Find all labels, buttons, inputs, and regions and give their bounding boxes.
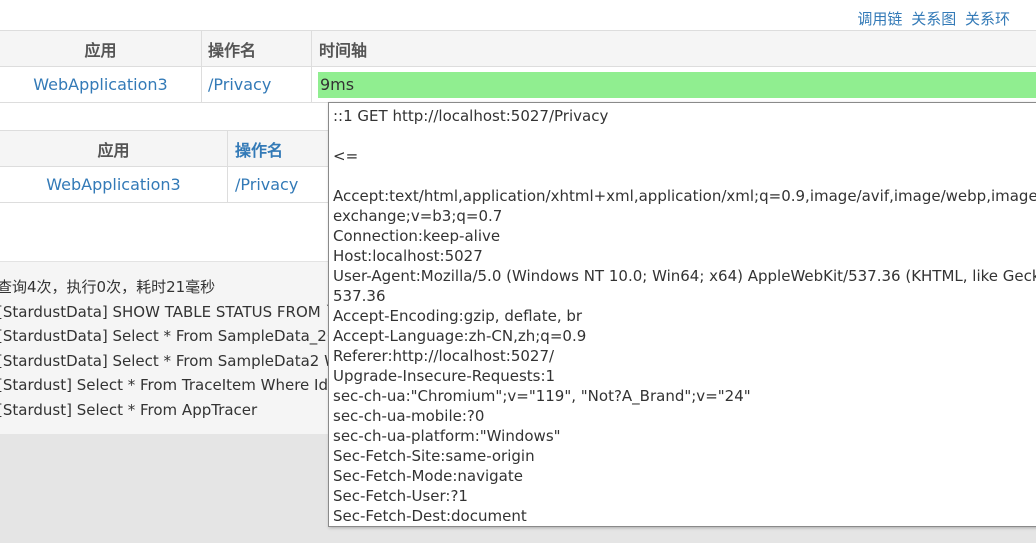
log-line: [Stardust] Select * From TraceItem Where…	[0, 376, 340, 394]
app-cell: WebApplication3	[0, 166, 228, 203]
tooltip-line: 537.36	[333, 287, 386, 305]
column-header-operation: 操作名	[201, 30, 312, 67]
log-line: [StardustData] Select * From SampleData_…	[0, 327, 337, 345]
column-header-app: 应用	[0, 30, 202, 67]
call-chain-link[interactable]: 调用链	[857, 10, 902, 28]
column-header-timeline: 时间轴	[311, 30, 1036, 67]
tooltip-line: Sec-Fetch-Dest:document	[333, 507, 527, 525]
tooltip-line	[329, 166, 1036, 186]
table-header-row: 应用 操作名 时间轴	[0, 30, 1036, 67]
app-cell: WebApplication3	[0, 66, 202, 103]
log-line: [StardustData] SHOW TABLE STATUS FROM `	[0, 302, 333, 321]
tooltip-line: Upgrade-Insecure-Requests:1	[333, 367, 556, 385]
app-link[interactable]: WebApplication3	[33, 75, 167, 94]
tooltip-line: Sec-Fetch-Mode:navigate	[333, 467, 523, 485]
log-summary: 查询4次，执行0次，耗时21毫秒	[0, 278, 216, 296]
app-link[interactable]: WebApplication3	[46, 175, 180, 194]
operation-link[interactable]: /Privacy	[208, 75, 271, 94]
tooltip-line: sec-ch-ua:"Chromium";v="119", "Not?A_Bra…	[333, 387, 751, 405]
tooltip-line: Accept:text/html,application/xhtml+xml,a…	[333, 187, 1036, 205]
operation-cell: /Privacy	[201, 66, 312, 103]
tooltip-line: exchange;v=b3;q=0.7	[333, 207, 503, 225]
tooltip-line: Referer:http://localhost:5027/	[333, 347, 555, 365]
tooltip-line: sec-ch-ua-platform:"Windows"	[333, 427, 561, 445]
tooltip-line: sec-ch-ua-mobile:?0	[333, 407, 485, 425]
table-row: WebApplication3 /Privacy	[0, 166, 330, 203]
tooltip-line: Accept-Language:zh-CN,zh;q=0.9	[333, 327, 587, 345]
tooltip-line: Host:localhost:5027	[333, 247, 483, 265]
column-header-app: 应用	[0, 130, 228, 167]
request-headers-tooltip: ::1 GET http://localhost:5027/Privacy <=…	[328, 102, 1036, 527]
log-line: [StardustData] Select * From SampleData2…	[0, 351, 339, 370]
relation-ring-link[interactable]: 关系环	[965, 10, 1010, 28]
tooltip-line: Connection:keep-alive	[333, 227, 501, 245]
table-row: WebApplication3 /Privacy 9ms	[0, 66, 1036, 103]
tooltip-line: Sec-Fetch-User:?1	[333, 487, 468, 505]
tooltip-line: Sec-Fetch-Site:same-origin	[333, 447, 535, 465]
operation-cell: /Privacy	[227, 166, 330, 203]
tooltip-line	[329, 126, 1036, 146]
table-header-row: 应用 操作名	[0, 130, 330, 167]
relation-graph-link[interactable]: 关系图	[911, 10, 956, 28]
column-header-operation[interactable]: 操作名	[227, 130, 330, 167]
duration-bar[interactable]: 9ms	[318, 71, 1036, 98]
tooltip-line: Accept-Encoding:gzip, deflate, br	[333, 307, 583, 325]
tooltip-line: ::1 GET http://localhost:5027/Privacy	[333, 107, 609, 125]
operation-link[interactable]: /Privacy	[235, 175, 298, 194]
tooltip-line: <=	[333, 147, 359, 165]
trace-timeline-table: 应用 操作名 时间轴 WebApplication3 /Privacy 9ms	[0, 30, 1036, 103]
log-line: [Stardust] Select * From AppTracer	[0, 400, 258, 419]
tooltip-line: User-Agent:Mozilla/5.0 (Windows NT 10.0;…	[333, 267, 1036, 285]
span-table: 应用 操作名 WebApplication3 /Privacy	[0, 130, 330, 203]
sql-log-panel: 查询4次，执行0次，耗时21毫秒 [StardustData] SHOW TAB…	[0, 261, 340, 435]
timeline-cell: 9ms	[311, 66, 1036, 103]
view-links: 调用链 关系图 关系环	[853, 8, 1010, 29]
